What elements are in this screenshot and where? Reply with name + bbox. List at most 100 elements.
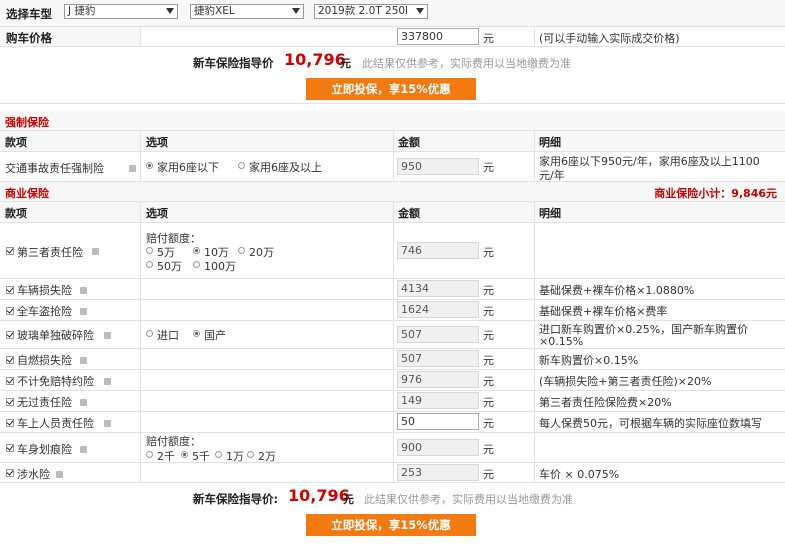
scratch-2k-label: 2千 (157, 450, 175, 463)
header-option: 选项 (146, 207, 168, 220)
glass-domestic-label: 国产 (204, 329, 226, 342)
water-checkbox[interactable] (6, 469, 14, 477)
nofault-detail: 第三者责任险保险费×20% (539, 396, 672, 409)
water-unit: 元 (483, 468, 494, 481)
compulsory-detail-2: 元/年 (539, 169, 565, 182)
third-50w-radio[interactable] (146, 261, 153, 268)
theft-row: 全车盗抢险 1624 元 基础保费+裸车价格×费率 (0, 300, 785, 321)
price-unit: 元 (483, 32, 494, 45)
glass-import-label: 进口 (157, 329, 179, 342)
third-50w-label: 50万 (157, 260, 182, 273)
radio-under6-label: 家用6座以下 (157, 161, 219, 174)
fire-amount[interactable]: 507 (397, 350, 479, 367)
series-select-value: 捷豹XEL (194, 5, 235, 17)
compulsory-insurance-row: 交通事故责任强制险 家用6座以下 家用6座及以上 950 元 家用6座以下950… (0, 152, 785, 182)
glass-import-radio[interactable] (146, 330, 153, 337)
vehicle-damage-checkbox[interactable] (6, 286, 14, 294)
commercial-subtotal: 商业保险小计：9,846元 (654, 187, 777, 200)
fire-checkbox[interactable] (6, 356, 14, 364)
guide-price-panel-bottom: 新车保险指导价: 10,796 元 此结果仅供参考，实际费用以当地缴费为准 立即… (0, 483, 785, 546)
third-party-checkbox[interactable] (6, 247, 14, 255)
third-10w-radio[interactable] (193, 247, 200, 254)
scratch-unit: 元 (483, 443, 494, 456)
compulsory-detail-1: 家用6座以下950元/年，家用6座及以上1100 (539, 155, 760, 168)
nofault-amount[interactable]: 149 (397, 392, 479, 409)
scratch-name: 车身划痕险 (17, 443, 72, 456)
help-icon[interactable] (104, 420, 111, 427)
help-icon[interactable] (129, 165, 136, 172)
vehicle-damage-row: 车辆损失险 4134 元 基础保费+裸车价格×1.0880% (0, 279, 785, 300)
seat-checkbox[interactable] (6, 419, 14, 427)
car-selector-label: 选择车型 (6, 7, 52, 21)
compulsory-table-header: 款项 选项 金额 明细 (0, 131, 785, 152)
seat-amount-input[interactable]: 50 (397, 413, 479, 430)
theft-checkbox[interactable] (6, 307, 14, 315)
radio-over6[interactable] (238, 162, 245, 169)
fire-row: 自燃损失险 507 元 新车购置价×0.15% (0, 349, 785, 370)
glass-amount[interactable]: 507 (397, 326, 479, 343)
third-20w-radio[interactable] (238, 247, 245, 254)
fire-unit: 元 (483, 354, 494, 367)
help-icon[interactable] (80, 446, 87, 453)
help-icon[interactable] (104, 332, 111, 339)
model-select[interactable]: 2019款 2.0T 250l (314, 4, 428, 19)
scratch-row: 车身划痕险 赔付额度： 2千 5千 1万 2万 900 元 (0, 433, 785, 463)
third-party-amount[interactable]: 746 (397, 242, 479, 259)
brand-select[interactable]: J 捷豹 (64, 4, 178, 19)
scratch-10k-radio[interactable] (215, 451, 222, 458)
buy-insurance-button-bottom[interactable]: 立即投保，享15%优惠 (306, 514, 476, 536)
vehicle-damage-unit: 元 (483, 284, 494, 297)
nofault-checkbox[interactable] (6, 398, 14, 406)
help-icon[interactable] (104, 378, 111, 385)
vehicle-damage-detail: 基础保费+裸车价格×1.0880% (539, 284, 695, 297)
guide-price-note-bottom: 此结果仅供参考，实际费用以当地缴费为准 (364, 493, 573, 506)
header-option: 选项 (146, 136, 168, 149)
chevron-down-icon (292, 8, 300, 14)
scratch-checkbox[interactable] (6, 444, 14, 452)
glass-checkbox[interactable] (6, 331, 14, 339)
help-icon[interactable] (80, 287, 87, 294)
header-amount: 金额 (398, 136, 420, 149)
glass-domestic-radio[interactable] (193, 330, 200, 337)
third-5w-radio[interactable] (146, 247, 153, 254)
header-item: 款项 (5, 136, 27, 149)
radio-over6-label: 家用6座及以上 (249, 161, 322, 174)
commercial-table-header: 款项 选项 金额 明细 (0, 202, 785, 223)
deductible-amount[interactable]: 976 (397, 371, 479, 388)
help-icon[interactable] (80, 399, 87, 406)
third-party-unit: 元 (483, 246, 494, 259)
price-input[interactable]: 337800 (397, 28, 479, 45)
scratch-20k-radio[interactable] (247, 451, 254, 458)
scratch-amount[interactable]: 900 (397, 439, 479, 456)
water-row: 涉水险 253 元 车价 × 0.075% (0, 463, 785, 483)
scratch-5k-radio[interactable] (181, 451, 188, 458)
water-amount[interactable]: 253 (397, 464, 479, 481)
theft-detail: 基础保费+裸车价格×费率 (539, 305, 668, 318)
deductible-row: 不计免赔特约险 976 元 (车辆损失险+第三者责任险)×20% (0, 370, 785, 391)
model-select-value: 2019款 2.0T 250l (318, 5, 408, 17)
water-detail: 车价 × 0.075% (539, 468, 620, 481)
radio-under6[interactable] (146, 162, 153, 169)
scratch-20k-label: 2万 (258, 450, 276, 463)
third-100w-radio[interactable] (193, 261, 200, 268)
guide-price-amount: 10,796 (284, 50, 346, 69)
car-selector-row: 选择车型 J 捷豹 捷豹XEL 2019款 2.0T 250l (0, 0, 785, 27)
deductible-checkbox[interactable] (6, 377, 14, 385)
third-party-row: 第三者责任险 赔付额度： 5万 10万 20万 50万 100万 746 元 (0, 223, 785, 279)
guide-price-label: 新车保险指导价 (193, 56, 274, 70)
theft-unit: 元 (483, 305, 494, 318)
help-icon[interactable] (80, 308, 87, 315)
header-detail: 明细 (539, 207, 561, 220)
glass-row: 玻璃单独破碎险 进口 国产 507 元 进口新车购置价×0.25%，国产新车购置… (0, 321, 785, 349)
buy-insurance-button[interactable]: 立即投保，享15%优惠 (306, 78, 476, 100)
compulsory-amount[interactable]: 950 (397, 158, 479, 175)
vehicle-damage-amount[interactable]: 4134 (397, 280, 479, 297)
guide-price-panel: 新车保险指导价 10,796 元 此结果仅供参考，实际费用以当地缴费为准 立即投… (0, 47, 785, 104)
scratch-2k-radio[interactable] (146, 451, 153, 458)
third-20w-label: 20万 (249, 246, 274, 259)
series-select[interactable]: 捷豹XEL (190, 4, 304, 19)
theft-amount[interactable]: 1624 (397, 301, 479, 318)
help-icon[interactable] (56, 471, 63, 478)
help-icon[interactable] (80, 357, 87, 364)
help-icon[interactable] (92, 248, 99, 255)
